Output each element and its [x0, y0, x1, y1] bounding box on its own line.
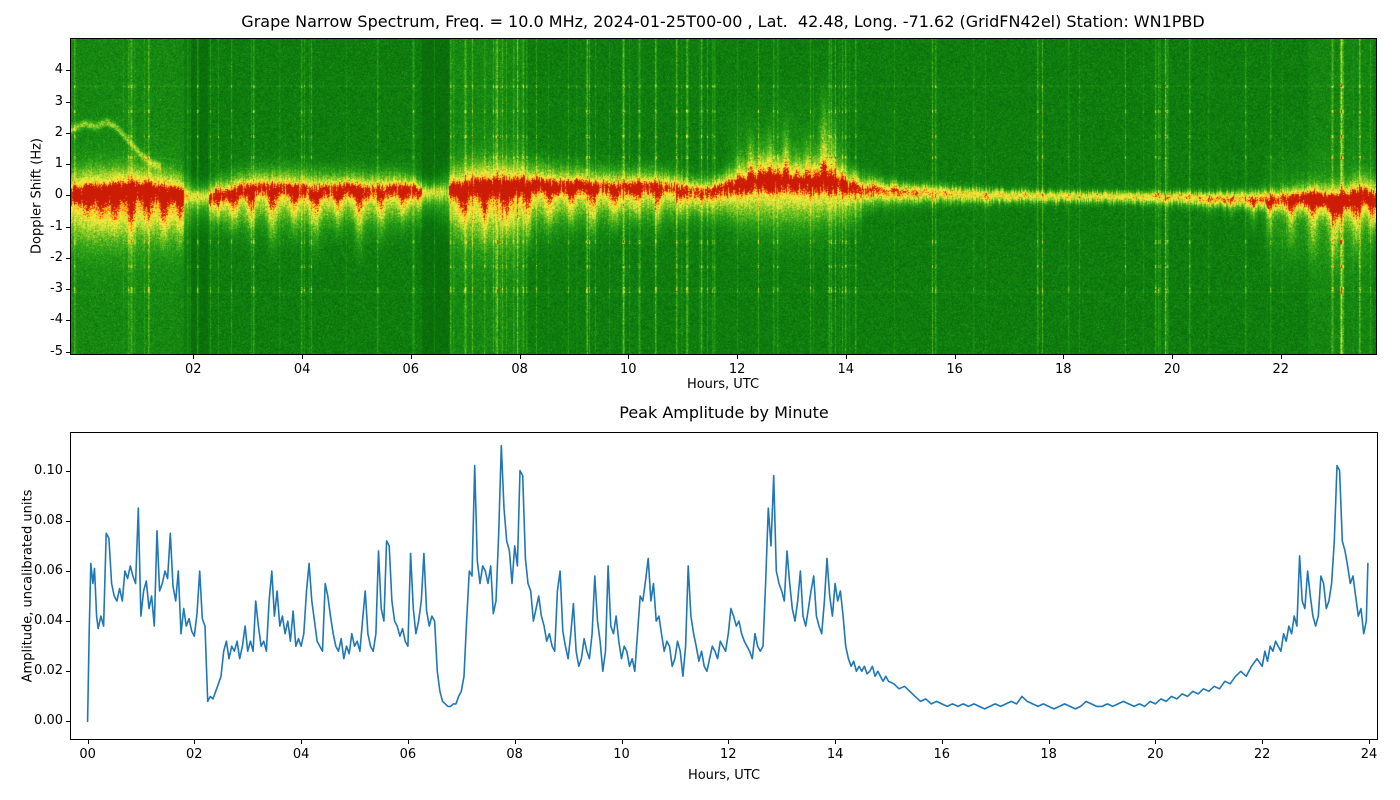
spectrogram-x-axis-label: Hours, UTC — [687, 377, 759, 392]
x-tick-mark — [737, 355, 738, 359]
x-tick-label: 04 — [280, 362, 324, 377]
x-tick-mark — [301, 740, 302, 744]
x-tick-label: 02 — [172, 747, 216, 762]
x-tick-mark — [1063, 355, 1064, 359]
amplitude-line-chart — [71, 433, 1377, 739]
x-tick-mark — [88, 740, 89, 744]
x-tick-label: 06 — [389, 362, 433, 377]
spectrogram-title: Grape Narrow Spectrum, Freq. = 10.0 MHz,… — [241, 12, 1204, 31]
x-tick-mark — [955, 355, 956, 359]
x-tick-label: 12 — [706, 747, 750, 762]
y-tick-label: 4 — [21, 62, 63, 77]
x-tick-label: 12 — [715, 362, 759, 377]
x-tick-label: 20 — [1133, 747, 1177, 762]
x-tick-label: 02 — [171, 362, 215, 377]
x-tick-mark — [728, 740, 729, 744]
x-tick-mark — [520, 355, 521, 359]
x-tick-mark — [194, 740, 195, 744]
x-tick-label: 22 — [1240, 747, 1284, 762]
x-tick-label: 18 — [1027, 747, 1071, 762]
y-tick-label: -5 — [21, 344, 63, 359]
x-tick-mark — [1369, 740, 1370, 744]
y-tick-label: 0.00 — [21, 713, 63, 728]
x-tick-label: 14 — [813, 747, 857, 762]
x-tick-label: 10 — [606, 362, 650, 377]
x-tick-label: 22 — [1259, 362, 1303, 377]
x-tick-label: 06 — [386, 747, 430, 762]
x-tick-mark — [1172, 355, 1173, 359]
x-tick-label: 08 — [498, 362, 542, 377]
x-tick-mark — [1262, 740, 1263, 744]
amplitude-y-axis-label: Amplitude, uncalibrated units — [21, 490, 36, 683]
x-tick-mark — [408, 740, 409, 744]
x-tick-label: 16 — [920, 747, 964, 762]
x-tick-mark — [1155, 740, 1156, 744]
amplitude-series-line — [88, 446, 1368, 722]
x-tick-mark — [628, 355, 629, 359]
x-tick-label: 18 — [1041, 362, 1085, 377]
spectrogram-y-axis-label: Doppler Shift (Hz) — [30, 138, 45, 254]
x-tick-mark — [193, 355, 194, 359]
x-tick-mark — [1049, 740, 1050, 744]
x-tick-label: 20 — [1150, 362, 1194, 377]
x-tick-label: 24 — [1347, 747, 1391, 762]
y-tick-label: 0.10 — [21, 463, 63, 478]
amplitude-plot-area — [70, 432, 1378, 740]
spectrogram-plot-area — [70, 38, 1377, 355]
x-tick-mark — [1281, 355, 1282, 359]
x-tick-mark — [411, 355, 412, 359]
x-tick-label: 16 — [933, 362, 977, 377]
amplitude-x-axis-label: Hours, UTC — [688, 768, 760, 783]
x-tick-label: 08 — [493, 747, 537, 762]
spectrogram-image — [71, 39, 1376, 354]
y-tick-label: -4 — [21, 312, 63, 327]
y-tick-label: -3 — [21, 281, 63, 296]
y-tick-label: 3 — [21, 94, 63, 109]
x-tick-mark — [302, 355, 303, 359]
x-tick-mark — [622, 740, 623, 744]
x-tick-mark — [942, 740, 943, 744]
x-tick-mark — [515, 740, 516, 744]
figure: Grape Narrow Spectrum, Freq. = 10.0 MHz,… — [0, 0, 1400, 800]
x-tick-mark — [846, 355, 847, 359]
x-tick-label: 14 — [824, 362, 868, 377]
x-tick-label: 10 — [600, 747, 644, 762]
x-tick-label: 00 — [66, 747, 110, 762]
x-tick-mark — [835, 740, 836, 744]
amplitude-chart-title: Peak Amplitude by Minute — [619, 403, 829, 422]
x-tick-label: 04 — [279, 747, 323, 762]
